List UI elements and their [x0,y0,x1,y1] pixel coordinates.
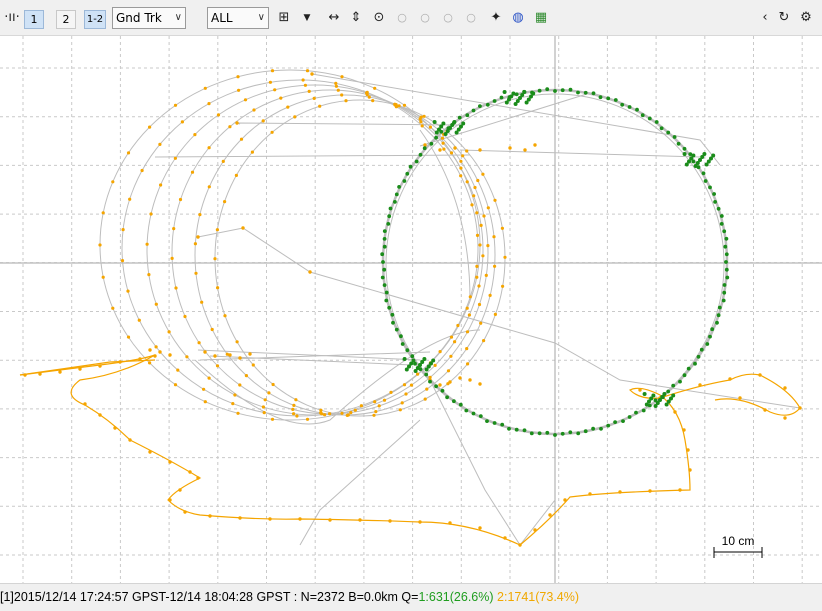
show-error-icon[interactable]: ○ [415,8,435,28]
solution-1-2-button[interactable]: 1-2 [84,10,106,29]
gear-icon[interactable]: ⚙ [796,8,816,28]
plot-type-value: Gnd Trk [116,11,162,25]
compass-icon[interactable]: ✦ [486,8,506,28]
fit-vertical-icon[interactable]: ⇕ [346,8,366,28]
status-summary: [1]2015/12/14 17:24:57 GPST-12/14 18:04:… [0,590,419,604]
plot-grid [0,36,822,583]
satellite-filter-value: ALL [211,11,233,25]
show-point-icon[interactable]: ○ [392,8,412,28]
globe-icon[interactable]: ◍ [508,8,528,28]
plot-type-select[interactable]: Gnd Trk ∨ [112,7,186,29]
chevron-down-icon: ∨ [257,12,265,23]
scale-bar-label: 10 cm [722,534,755,548]
solution-2-button[interactable]: 2 [56,10,76,29]
solution-1-button[interactable]: 1 [24,10,44,29]
show-stats-icon[interactable]: ○ [438,8,458,28]
map-icon[interactable]: ▦ [531,8,551,28]
toolbar: ·ıı· 1 2 1-2 Gnd Trk ∨ ALL ∨ ⊞ ▼ ↔ ⇕ ⊙ ○… [0,0,822,36]
fit-horizontal-icon[interactable]: ↔ [324,8,344,28]
status-q1-count: 1:631(26.6%) [418,590,494,604]
show-skyplot-icon[interactable]: ○ [461,8,481,28]
center-origin-icon[interactable]: ⊞ [274,8,294,28]
orange-tail-track [19,354,801,546]
reload-icon[interactable]: ↻ [774,8,794,28]
ground-track-plot[interactable]: 10 cm [0,36,822,583]
chevron-left-icon[interactable]: ‹ [755,8,775,28]
satellite-filter-select[interactable]: ALL ∨ [207,7,269,29]
status-q2-count: 2:1741(73.4%) [497,590,580,604]
scale-bar: 10 cm [713,534,763,558]
chevron-down-icon: ∨ [174,12,182,23]
status-bar: [1]2015/12/14 17:24:57 GPST-12/14 18:04:… [0,583,822,611]
drag-handle-icon[interactable]: ·ıı· [2,8,22,28]
center-menu-arrow-icon[interactable]: ▼ [297,8,317,28]
show-track-icon[interactable]: ⊙ [369,8,389,28]
